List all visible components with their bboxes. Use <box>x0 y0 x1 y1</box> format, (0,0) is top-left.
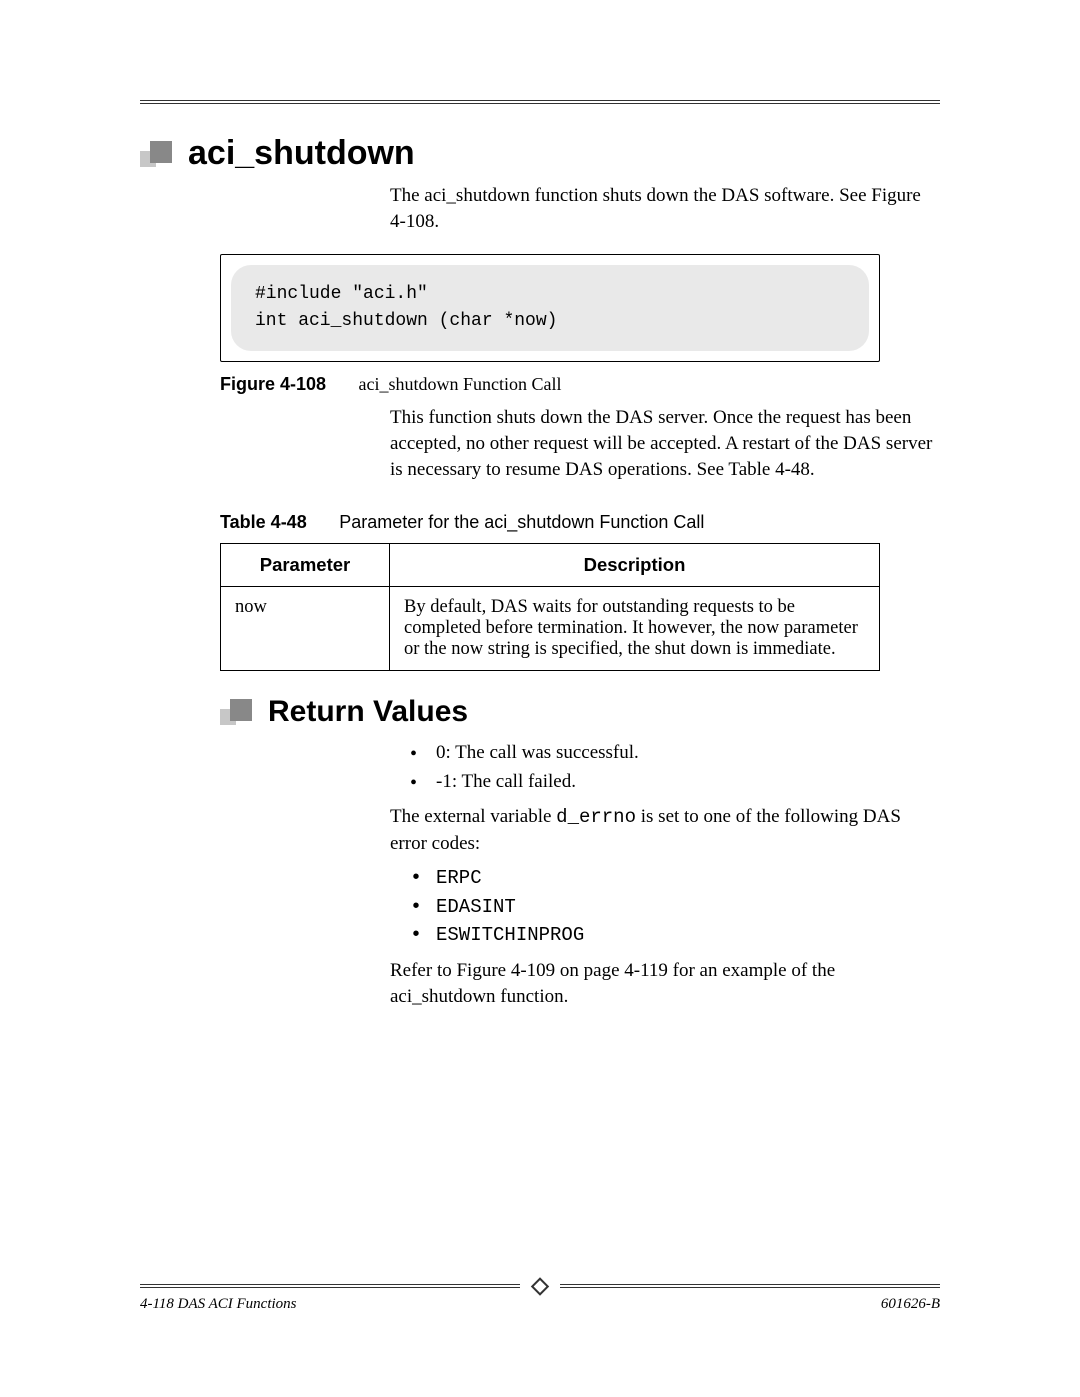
code-figure-frame: #include "aci.h" int aci_shutdown (char … <box>220 254 880 362</box>
table-caption-text: Parameter for the aci_shutdown Function … <box>339 512 704 532</box>
closing-paragraph: Refer to Figure 4-109 on page 4-119 for … <box>390 958 940 1009</box>
footer-text: 4-118 DAS ACI Functions 601626-B <box>140 1296 940 1313</box>
return-values-title: Return Values <box>268 695 468 729</box>
figure-label: Figure 4-108 <box>220 374 326 394</box>
error-codes-list: ERPC EDASINT ESWITCHINPROG <box>410 864 940 950</box>
text-pre: The external variable <box>390 806 556 827</box>
diamond-icon <box>531 1277 549 1295</box>
return-values-list: 0: The call was successful. -1: The call… <box>410 739 940 796</box>
section-heading: aci_shutdown <box>140 134 940 173</box>
list-item: ESWITCHINPROG <box>410 921 940 950</box>
figure-caption: Figure 4-108 aci_shutdown Function Call <box>220 374 940 395</box>
list-item: EDASINT <box>410 893 940 922</box>
table-header-description: Description <box>390 544 880 587</box>
table-label: Table 4-48 <box>220 512 307 532</box>
top-rule <box>140 100 940 104</box>
heading-bullet-icon <box>140 141 170 167</box>
code-block: #include "aci.h" int aci_shutdown (char … <box>231 265 869 351</box>
errno-paragraph: The external variable d_errno is set to … <box>390 804 940 856</box>
intro-paragraph: The aci_shutdown function shuts down the… <box>390 183 940 234</box>
desc-cell: By default, DAS waits for outstanding re… <box>390 587 880 671</box>
description-paragraph: This function shuts down the DAS server.… <box>390 405 940 482</box>
section-title: aci_shutdown <box>188 134 415 173</box>
code-line: #include "aci.h" <box>255 284 428 304</box>
table-header-parameter: Parameter <box>221 544 390 587</box>
table-caption: Table 4-48 Parameter for the aci_shutdow… <box>220 512 940 533</box>
page-content: aci_shutdown The aci_shutdown function s… <box>140 100 940 1017</box>
footer-left: 4-118 DAS ACI Functions <box>140 1296 297 1313</box>
list-item: -1: The call failed. <box>410 768 940 797</box>
code-line: int aci_shutdown (char *now) <box>255 311 557 331</box>
figure-caption-text: aci_shutdown Function Call <box>359 374 562 394</box>
list-item: ERPC <box>410 864 940 893</box>
parameter-table: Parameter Description now By default, DA… <box>220 543 880 671</box>
table-row: now By default, DAS waits for outstandin… <box>221 587 880 671</box>
page-footer: 4-118 DAS ACI Functions 601626-B <box>140 1280 940 1313</box>
list-item: 0: The call was successful. <box>410 739 940 768</box>
footer-rule <box>140 1280 940 1292</box>
footer-right: 601626-B <box>881 1296 940 1313</box>
subsection-heading: Return Values <box>220 695 940 729</box>
param-cell: now <box>221 587 390 671</box>
heading-bullet-icon <box>220 699 250 725</box>
table-header-row: Parameter Description <box>221 544 880 587</box>
inline-code: d_errno <box>556 806 636 828</box>
